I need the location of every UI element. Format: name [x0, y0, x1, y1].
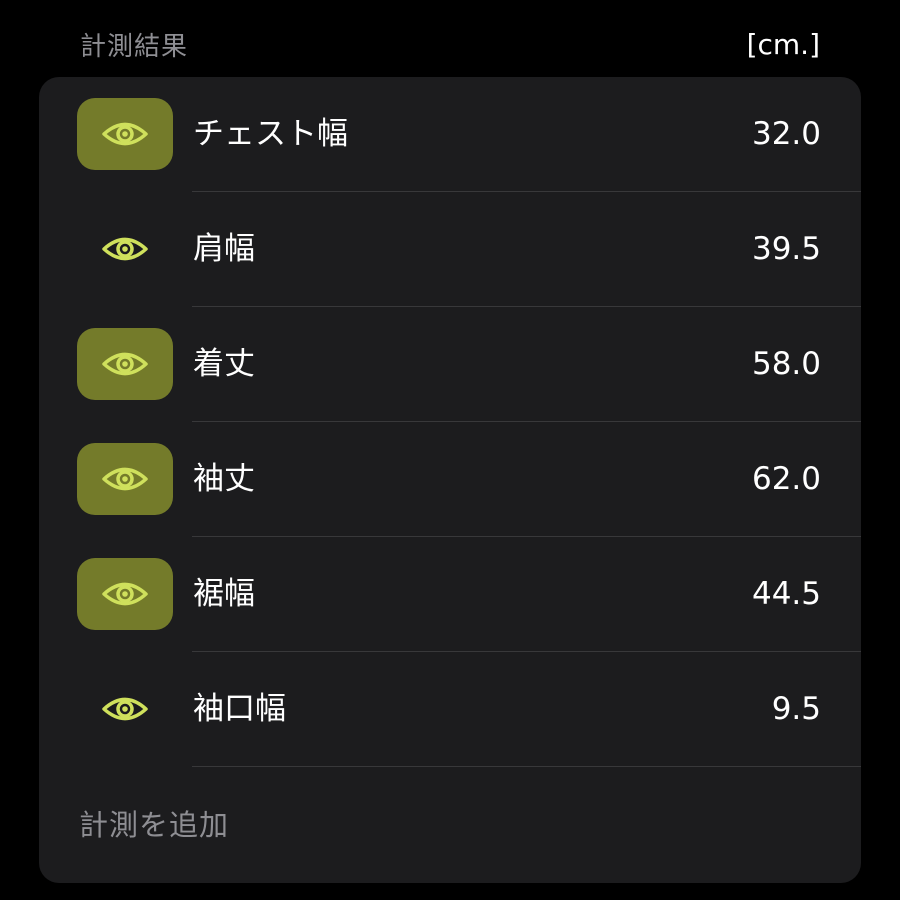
measurement-label: 裾幅 — [193, 576, 255, 612]
eye-toggle-button[interactable] — [77, 673, 173, 745]
measurement-value: 9.5 — [771, 691, 821, 727]
eye-icon — [102, 467, 148, 491]
eye-toggle-button[interactable] — [77, 328, 173, 400]
unit-label: [cm.] — [746, 27, 820, 61]
measurement-row-shoulder-width[interactable]: 肩幅 39.5 — [39, 192, 861, 307]
add-measurement-button[interactable]: 計測を追加 — [39, 767, 861, 883]
eye-icon — [102, 352, 148, 376]
measurement-value: 62.0 — [751, 461, 821, 497]
eye-icon — [102, 697, 148, 721]
measurement-row-sleeve-length[interactable]: 袖丈 62.0 — [39, 422, 861, 537]
eye-icon — [102, 237, 148, 261]
measurements-card: チェスト幅 32.0 肩幅 39.5 着丈 58.0 袖丈 62.0 裾幅 44… — [39, 77, 861, 883]
measurement-row-cuff-width[interactable]: 袖口幅 9.5 — [39, 652, 861, 767]
measurement-row-hem-width[interactable]: 裾幅 44.5 — [39, 537, 861, 652]
eye-toggle-button[interactable] — [77, 443, 173, 515]
measurement-row-chest-width[interactable]: チェスト幅 32.0 — [39, 77, 861, 192]
eye-toggle-button[interactable] — [77, 98, 173, 170]
measurement-value: 39.5 — [751, 231, 821, 267]
eye-icon — [102, 582, 148, 606]
eye-toggle-button[interactable] — [77, 213, 173, 285]
measurement-label: 袖丈 — [193, 461, 255, 497]
measurement-label: 袖口幅 — [193, 691, 286, 727]
section-header: 計測結果 [cm.] — [80, 24, 820, 64]
eye-toggle-button[interactable] — [77, 558, 173, 630]
measurement-label: 肩幅 — [193, 231, 255, 267]
measurement-value: 58.0 — [751, 346, 821, 382]
measurement-label: チェスト幅 — [193, 116, 348, 152]
measurement-row-body-length[interactable]: 着丈 58.0 — [39, 307, 861, 422]
measurement-value: 44.5 — [751, 576, 821, 612]
measurement-value: 32.0 — [751, 116, 821, 152]
section-title: 計測結果 — [80, 31, 189, 62]
add-measurement-label: 計測を追加 — [79, 808, 230, 842]
measurement-label: 着丈 — [193, 346, 255, 382]
eye-icon — [102, 122, 148, 146]
